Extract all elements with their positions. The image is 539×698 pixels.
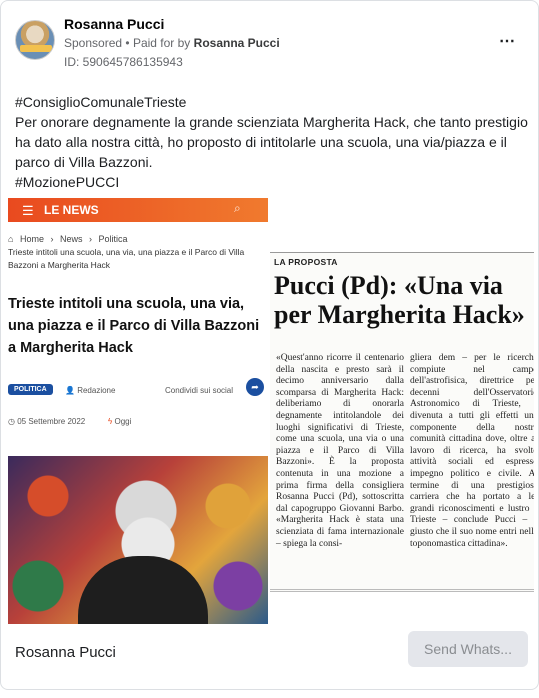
sponsored-label: Sponsored (64, 36, 123, 50)
hashtag-consiglio[interactable]: #ConsiglioComunaleTrieste (15, 92, 530, 112)
author-name[interactable]: Rosanna Pucci (64, 16, 164, 32)
ad-id: ID: 590645786135943 (64, 55, 183, 69)
clock-icon: ◷ (8, 417, 18, 426)
ad-card: Rosanna Pucci Sponsored • Paid for by Ro… (0, 0, 539, 690)
home-icon: ⌂ (8, 234, 14, 244)
article-today-label: Oggi (114, 417, 132, 426)
newspaper-headline: Pucci (Pd): «Una via per Margherita Hack… (274, 271, 525, 329)
web-article-screenshot: ☰ LE NEWS ⌕ ⌂ Home › News › Politica Tri… (8, 198, 268, 624)
article-author: 👤 Redazione (65, 386, 115, 395)
article-date-label: 05 Settembre 2022 (17, 417, 86, 426)
newspaper-clipping: LA PROPOSTA Pucci (Pd): «Una via per Mar… (270, 252, 534, 592)
ad-image[interactable]: ☰ LE NEWS ⌕ ⌂ Home › News › Politica Tri… (8, 198, 534, 624)
post-text: #ConsiglioComunaleTrieste Per onorare de… (15, 92, 530, 192)
breadcrumb: ⌂ Home › News › Politica (8, 234, 268, 244)
chevron-right-icon: › (89, 234, 93, 244)
site-brand: LE NEWS (44, 203, 99, 217)
article-date: ◷ 05 Settembre 2022 (8, 417, 85, 426)
breadcrumb-home: Home (19, 234, 44, 244)
newspaper-kicker: LA PROPOSTA (274, 257, 338, 267)
profile-avatar[interactable] (15, 20, 55, 60)
post-body: Per onorare degnamente la grande scienzi… (15, 114, 528, 170)
breadcrumb-current: Trieste intitoli una scuola, una via, un… (8, 247, 245, 270)
share-icon: ➦ (246, 378, 264, 396)
newspaper-column-left: «Quest'anno ricorre il centenario della … (276, 353, 404, 549)
hashtag-mozione[interactable]: #MozionePUCCI (15, 172, 530, 192)
paid-for-name: Rosanna Pucci (193, 36, 280, 50)
article-title: Trieste intitoli una scuola, una via, un… (8, 296, 260, 356)
article-author-label: Redazione (77, 386, 116, 395)
newspaper-column-right: gliera dem – per le ricerche compiute ne… (410, 353, 534, 549)
send-whatsapp-button[interactable]: Send Whats... (408, 631, 528, 667)
avatar-band (20, 45, 52, 52)
dot-separator: • (125, 36, 133, 50)
menu-icon: ☰ (22, 203, 34, 218)
search-icon: ⌕ (234, 201, 241, 215)
article-photo (8, 456, 268, 624)
photo-person (78, 556, 208, 624)
footer-page-name[interactable]: Rosanna Pucci (15, 644, 116, 661)
category-badge: POLITICA (8, 384, 53, 395)
more-options-icon[interactable]: ⋯ (499, 31, 516, 51)
user-icon: 👤 (65, 386, 78, 395)
sponsored-line: Sponsored • Paid for by Rosanna Pucci (64, 36, 280, 50)
article-today: ϟ Oggi (108, 417, 131, 426)
paid-for-prefix: Paid for by (132, 36, 191, 50)
share-label: Condividi sui social (165, 386, 234, 395)
web-navbar: ☰ LE NEWS ⌕ (8, 198, 268, 222)
breadcrumb-politica: Politica (98, 234, 128, 244)
chevron-right-icon: › (50, 234, 54, 244)
breadcrumb-news: News (60, 234, 83, 244)
